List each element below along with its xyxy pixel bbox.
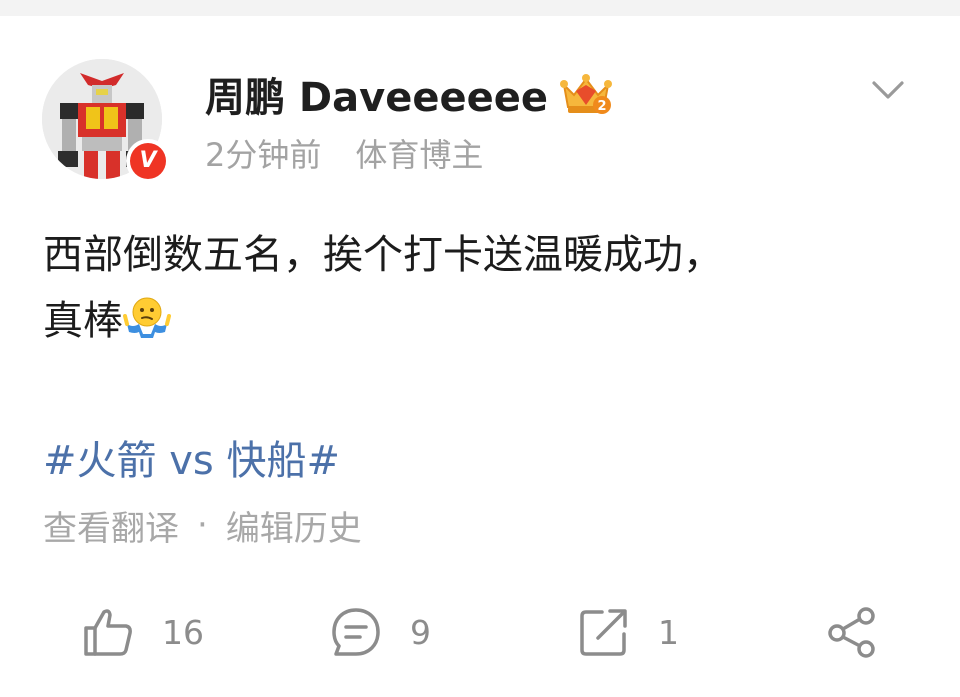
crown-level: 2	[597, 99, 606, 114]
post-time: 2分钟前	[205, 136, 322, 174]
comment-button[interactable]: 9	[330, 600, 431, 664]
crown-icon[interactable]: 2	[558, 71, 614, 117]
post-text-line2: 真棒	[43, 298, 123, 344]
post-content: 西部倒数五名，挨个打卡送温暖成功， 真棒	[43, 222, 923, 354]
post-source: 体育博主	[355, 136, 484, 174]
like-button[interactable]: 16	[82, 600, 204, 664]
separator-dot: ·	[197, 505, 208, 545]
hashtag-link[interactable]: #火箭 vs 快船#	[43, 428, 340, 486]
translate-row: 查看翻译 · 编辑历史	[43, 500, 362, 550]
repost-icon	[580, 609, 627, 656]
share-button[interactable]	[826, 600, 878, 664]
post-text-line2-wrap: 真棒	[43, 288, 923, 354]
like-count: 16	[162, 612, 204, 652]
username-row: 周鹏 Daveeeeee 2	[205, 66, 614, 122]
translate-link[interactable]: 查看翻译	[43, 501, 179, 550]
repost-count: 1	[658, 612, 679, 652]
action-bar: 16 9 1	[0, 600, 960, 664]
username[interactable]: 周鹏 Daveeeeee	[205, 65, 548, 123]
thumbs-up-icon	[84, 609, 132, 656]
chevron-down-icon[interactable]	[870, 76, 906, 104]
comment-icon	[332, 608, 380, 656]
verified-badge: V	[126, 139, 170, 183]
verified-v-icon: V	[130, 143, 166, 179]
post-text-line1: 西部倒数五名，挨个打卡送温暖成功，	[43, 232, 723, 278]
shrug-emoji	[123, 297, 171, 338]
top-bar	[0, 0, 960, 16]
edit-history-link[interactable]: 编辑历史	[226, 501, 362, 550]
repost-button[interactable]: 1	[578, 600, 679, 664]
comment-count: 9	[410, 612, 431, 652]
share-icon	[828, 607, 875, 658]
post-meta: 2分钟前 体育博主	[205, 130, 483, 176]
